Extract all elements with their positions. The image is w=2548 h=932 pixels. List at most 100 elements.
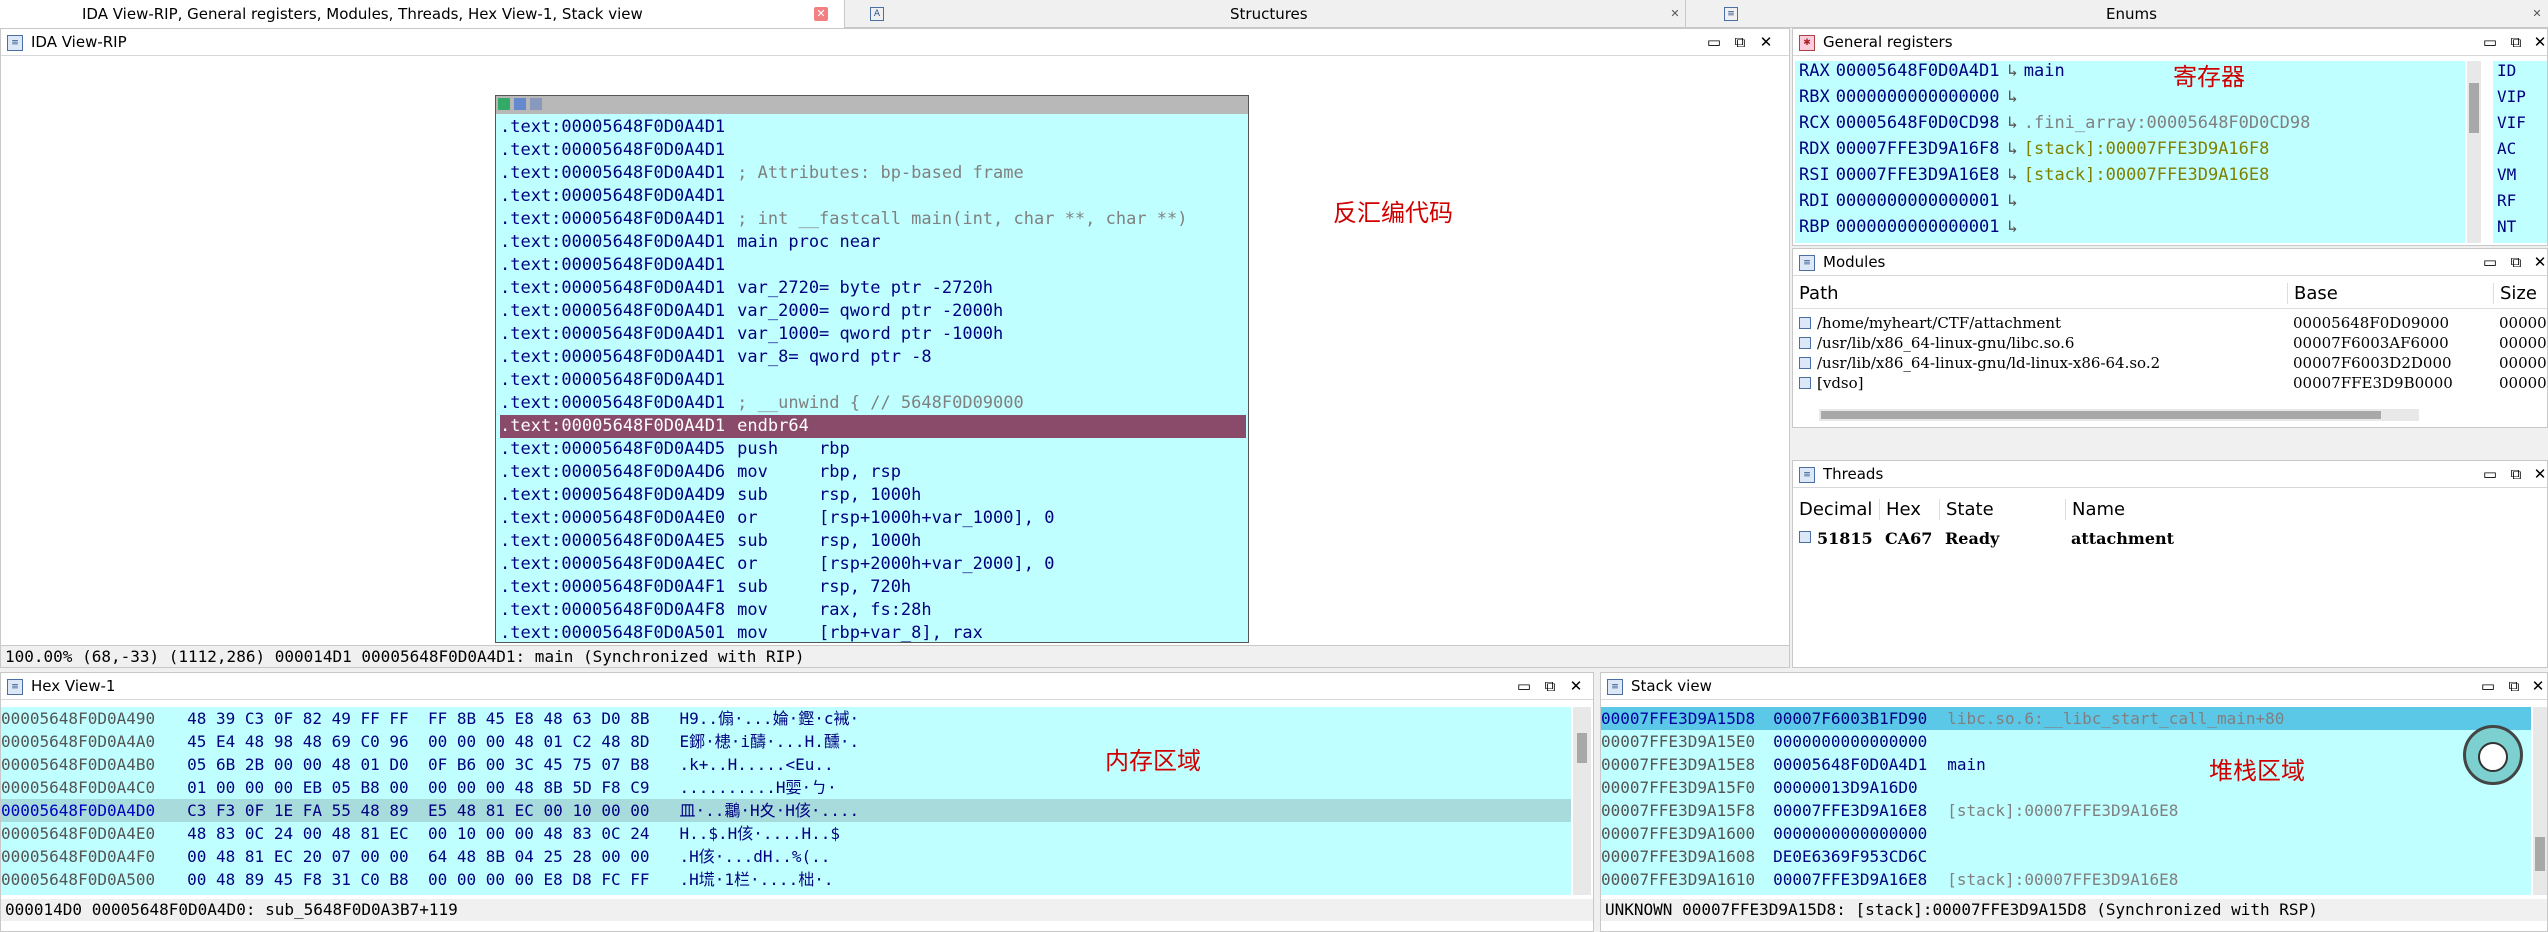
stack-row[interactable]: 00007FFE3D9A15D8 00007F6003B1FD90 libc.so.… [1601, 707, 2531, 730]
stack-value[interactable]: 00007FFE3D9A16E8 [1773, 870, 1927, 889]
minimize-icon[interactable]: ▭ [1703, 29, 1725, 55]
hex-bytes[interactable]: 48 39 C3 0F 82 49 FF FF FF 8B 45 E8 48 6… [187, 709, 649, 728]
stack-row[interactable]: 00007FFE3D9A1610 00007FFE3D9A16E8 [stack]:… [1601, 868, 2531, 891]
register-value[interactable]: 0000000000000001 [1836, 191, 2000, 211]
hex-row[interactable]: 00005648F0D0A500 00 48 89 45 F8 31 C0 B8 … [1, 868, 1571, 891]
hex-scrollbar[interactable] [1573, 707, 1591, 895]
disasm-line[interactable]: .text:00005648F0D0A501 mov [rbp+var_8], r… [500, 622, 1246, 642]
register-reference[interactable]: main [2024, 61, 2065, 81]
module-row[interactable]: /usr/lib/x86_64-linux-gnu/libc.so.6 00007… [1793, 333, 2547, 353]
hex-ascii[interactable]: E鋣·槵·i醻·...H.醺·. [680, 732, 860, 751]
node-collapse-icon[interactable] [530, 98, 542, 110]
stack-scrollbar[interactable] [2533, 707, 2547, 895]
hex-bytes[interactable]: 00 48 81 EC 20 07 00 00 64 48 8B 04 25 2… [187, 847, 649, 866]
register-row[interactable]: RAX 00005648F0D0A4D1 ↳ main [1799, 61, 2065, 84]
register-value[interactable]: 0000000000000001 [1836, 217, 2000, 237]
register-scrollbar[interactable] [2467, 61, 2481, 243]
graph-node[interactable]: .text:00005648F0D0A4D1 .text:00005648F0D0… [495, 95, 1249, 643]
tab-structures[interactable]: A Structures ✕ [866, 0, 1686, 28]
disasm-line[interactable]: .text:00005648F0D0A4D1 [500, 185, 1246, 208]
stack-value[interactable]: 0000000000000000 [1773, 824, 1927, 843]
register-value[interactable]: 00007FFE3D9A16E8 [1836, 165, 2000, 185]
assistant-avatar-icon[interactable] [2463, 725, 2523, 785]
close-icon[interactable]: ✕ [2529, 29, 2547, 55]
disasm-line[interactable]: .text:00005648F0D0A4D1 [500, 254, 1246, 277]
disasm-line[interactable]: .text:00005648F0D0A4D1 var_2000= qword pt… [500, 300, 1246, 323]
close-icon[interactable]: ✕ [2527, 673, 2547, 699]
disasm-line[interactable]: .text:00005648F0D0A4EC or [rsp+2000h+var_… [500, 553, 1246, 576]
close-icon[interactable]: ✕ [2529, 249, 2547, 275]
hex-ascii[interactable]: H..$.H侅·....H..$ [680, 824, 841, 843]
restore-icon[interactable]: ⧉ [1729, 29, 1751, 55]
disasm-line[interactable]: .text:00005648F0D0A4E5 sub rsp, 1000h [500, 530, 1246, 553]
restore-icon[interactable]: ⧉ [2505, 461, 2527, 487]
hex-row[interactable]: 00005648F0D0A4D0 C3 F3 0F 1E FA 55 48 89 … [1, 799, 1571, 822]
close-icon[interactable]: ✕ [1755, 29, 1777, 55]
hex-bytes[interactable]: 45 E4 48 98 48 69 C0 96 00 00 00 48 01 C… [187, 732, 649, 751]
register-row[interactable]: RSI 00007FFE3D9A16E8 ↳ [stack]:00007FFE3D9A… [1799, 162, 2269, 188]
minimize-icon[interactable]: ▭ [2479, 29, 2501, 55]
stack-row[interactable]: 00007FFE3D9A15F8 00007FFE3D9A16E8 [stack]:… [1601, 799, 2531, 822]
restore-icon[interactable]: ⧉ [1539, 673, 1561, 699]
disasm-line[interactable]: .text:00005648F0D0A4D1 [500, 139, 1246, 162]
disasm-line[interactable]: .text:00005648F0D0A4D1 var_8= qword ptr -… [500, 346, 1246, 369]
module-row[interactable]: /home/myheart/CTF/attachment 00005648F0D0… [1793, 313, 2547, 333]
column-header-name[interactable]: Name [2065, 499, 2125, 520]
hex-bytes[interactable]: 01 00 00 00 EB 05 B8 00 00 00 00 48 8B 5… [187, 778, 649, 797]
hex-row[interactable]: 00005648F0D0A4A0 45 E4 48 98 48 69 C0 96 … [1, 730, 1571, 753]
register-reference[interactable]: [stack]:00007FFE3D9A16E8 [2024, 165, 2270, 185]
disasm-line[interactable]: .text:00005648F0D0A4D1 main proc near [500, 231, 1246, 254]
register-reference[interactable]: [stack]:00007FFE3D9A16F8 [2024, 139, 2270, 159]
node-graph-icon[interactable] [514, 98, 526, 110]
stack-row[interactable]: 00007FFE3D9A15F0 00000013D9A16D0 [1601, 776, 2531, 799]
hex-row[interactable]: 00005648F0D0A4C0 01 00 00 00 EB 05 B8 00 … [1, 776, 1571, 799]
hex-bytes[interactable]: 00 48 89 45 F8 31 C0 B8 00 00 00 00 E8 D… [187, 870, 649, 889]
hex-row[interactable]: 00005648F0D0A4E0 48 83 0C 24 00 48 81 EC … [1, 822, 1571, 845]
scroll-thumb[interactable] [1821, 411, 2381, 419]
restore-icon[interactable]: ⧉ [2505, 29, 2527, 55]
stack-row[interactable]: 00007FFE3D9A15E0 0000000000000000 [1601, 730, 2531, 753]
restore-icon[interactable]: ⧉ [2503, 673, 2525, 699]
hex-row[interactable]: 00005648F0D0A4F0 00 48 81 EC 20 07 00 00 … [1, 845, 1571, 868]
column-header-base[interactable]: Base [2287, 283, 2338, 304]
stack-value[interactable]: DE0E6369F953CD6C [1773, 847, 1927, 866]
disasm-line[interactable]: .text:00005648F0D0A4D9 sub rsp, 1000h [500, 484, 1246, 507]
column-header-size[interactable]: Size [2493, 283, 2537, 304]
disasm-line[interactable]: .text:00005648F0D0A4D1 var_1000= qword pt… [500, 323, 1246, 346]
stack-value[interactable]: 00005648F0D0A4D1 [1773, 755, 1927, 774]
hex-row[interactable]: 00005648F0D0A4B0 05 6B 2B 00 00 48 01 D0 … [1, 753, 1571, 776]
hex-bytes[interactable]: C3 F3 0F 1E FA 55 48 89 E5 48 81 EC 00 1… [187, 801, 649, 820]
hex-ascii[interactable]: ..........H婯·ㄅ· [680, 778, 837, 797]
disasm-line[interactable]: .text:00005648F0D0A4D1 endbr64 [500, 415, 1246, 438]
minimize-icon[interactable]: ▭ [2479, 461, 2501, 487]
register-row[interactable]: RDX 00007FFE3D9A16F8 ↳ [stack]:00007FFE3D9A… [1799, 136, 2269, 162]
minimize-icon[interactable]: ▭ [2479, 249, 2501, 275]
hex-row[interactable]: 00005648F0D0A490 48 39 C3 0F 82 49 FF FF … [1, 707, 1571, 730]
restore-icon[interactable]: ⧉ [2505, 249, 2527, 275]
stack-row[interactable]: 00007FFE3D9A1608 DE0E6369F953CD6C [1601, 845, 2531, 868]
disasm-line[interactable]: .text:00005648F0D0A4F8 mov rax, fs:28h [500, 599, 1246, 622]
modules-hscrollbar[interactable] [1819, 409, 2419, 421]
column-header-decimal[interactable]: Decimal [1799, 499, 1872, 520]
disasm-line[interactable]: .text:00005648F0D0A4D6 mov rbp, rsp [500, 461, 1246, 484]
stack-value[interactable]: 0000000000000000 [1773, 732, 1927, 751]
disasm-line[interactable]: .text:00005648F0D0A4D5 push rbp [500, 438, 1246, 461]
stack-row[interactable]: 00007FFE3D9A15E8 00005648F0D0A4D1 main [1601, 753, 2531, 776]
column-header-hex[interactable]: Hex [1879, 499, 1921, 520]
stack-value[interactable]: 00000013D9A16D0 [1773, 778, 1918, 797]
hex-bytes[interactable]: 48 83 0C 24 00 48 81 EC 00 10 00 00 48 8… [187, 824, 649, 843]
register-value[interactable]: 0000000000000000 [1836, 87, 2000, 107]
stack-value[interactable]: 00007FFE3D9A16E8 [1773, 801, 1927, 820]
disasm-line[interactable]: .text:00005648F0D0A4D1 ; int __fastcall m… [500, 208, 1246, 231]
thread-row[interactable]: 51815 CA67 Ready attachment [1793, 527, 2547, 553]
register-row[interactable]: RBP 0000000000000001 ↳ [1799, 214, 2024, 240]
register-reference[interactable]: .fini_array:00005648F0D0CD98 [2024, 113, 2311, 133]
hex-bytes[interactable]: 05 6B 2B 00 00 48 01 D0 0F B6 00 3C 45 7… [187, 755, 649, 774]
close-icon[interactable]: ✕ [2530, 7, 2544, 21]
stack-reference[interactable]: [stack]:00007FFE3D9A16E8 [1947, 870, 2178, 889]
register-row[interactable]: RDI 0000000000000001 ↳ [1799, 188, 2024, 214]
hex-ascii[interactable]: 皿·..鸘·H夊·H侅·.... [680, 801, 860, 820]
register-value[interactable]: 00007FFE3D9A16F8 [1836, 139, 2000, 159]
minimize-icon[interactable]: ▭ [2477, 673, 2499, 699]
stack-value[interactable]: 00007F6003B1FD90 [1773, 709, 1927, 728]
